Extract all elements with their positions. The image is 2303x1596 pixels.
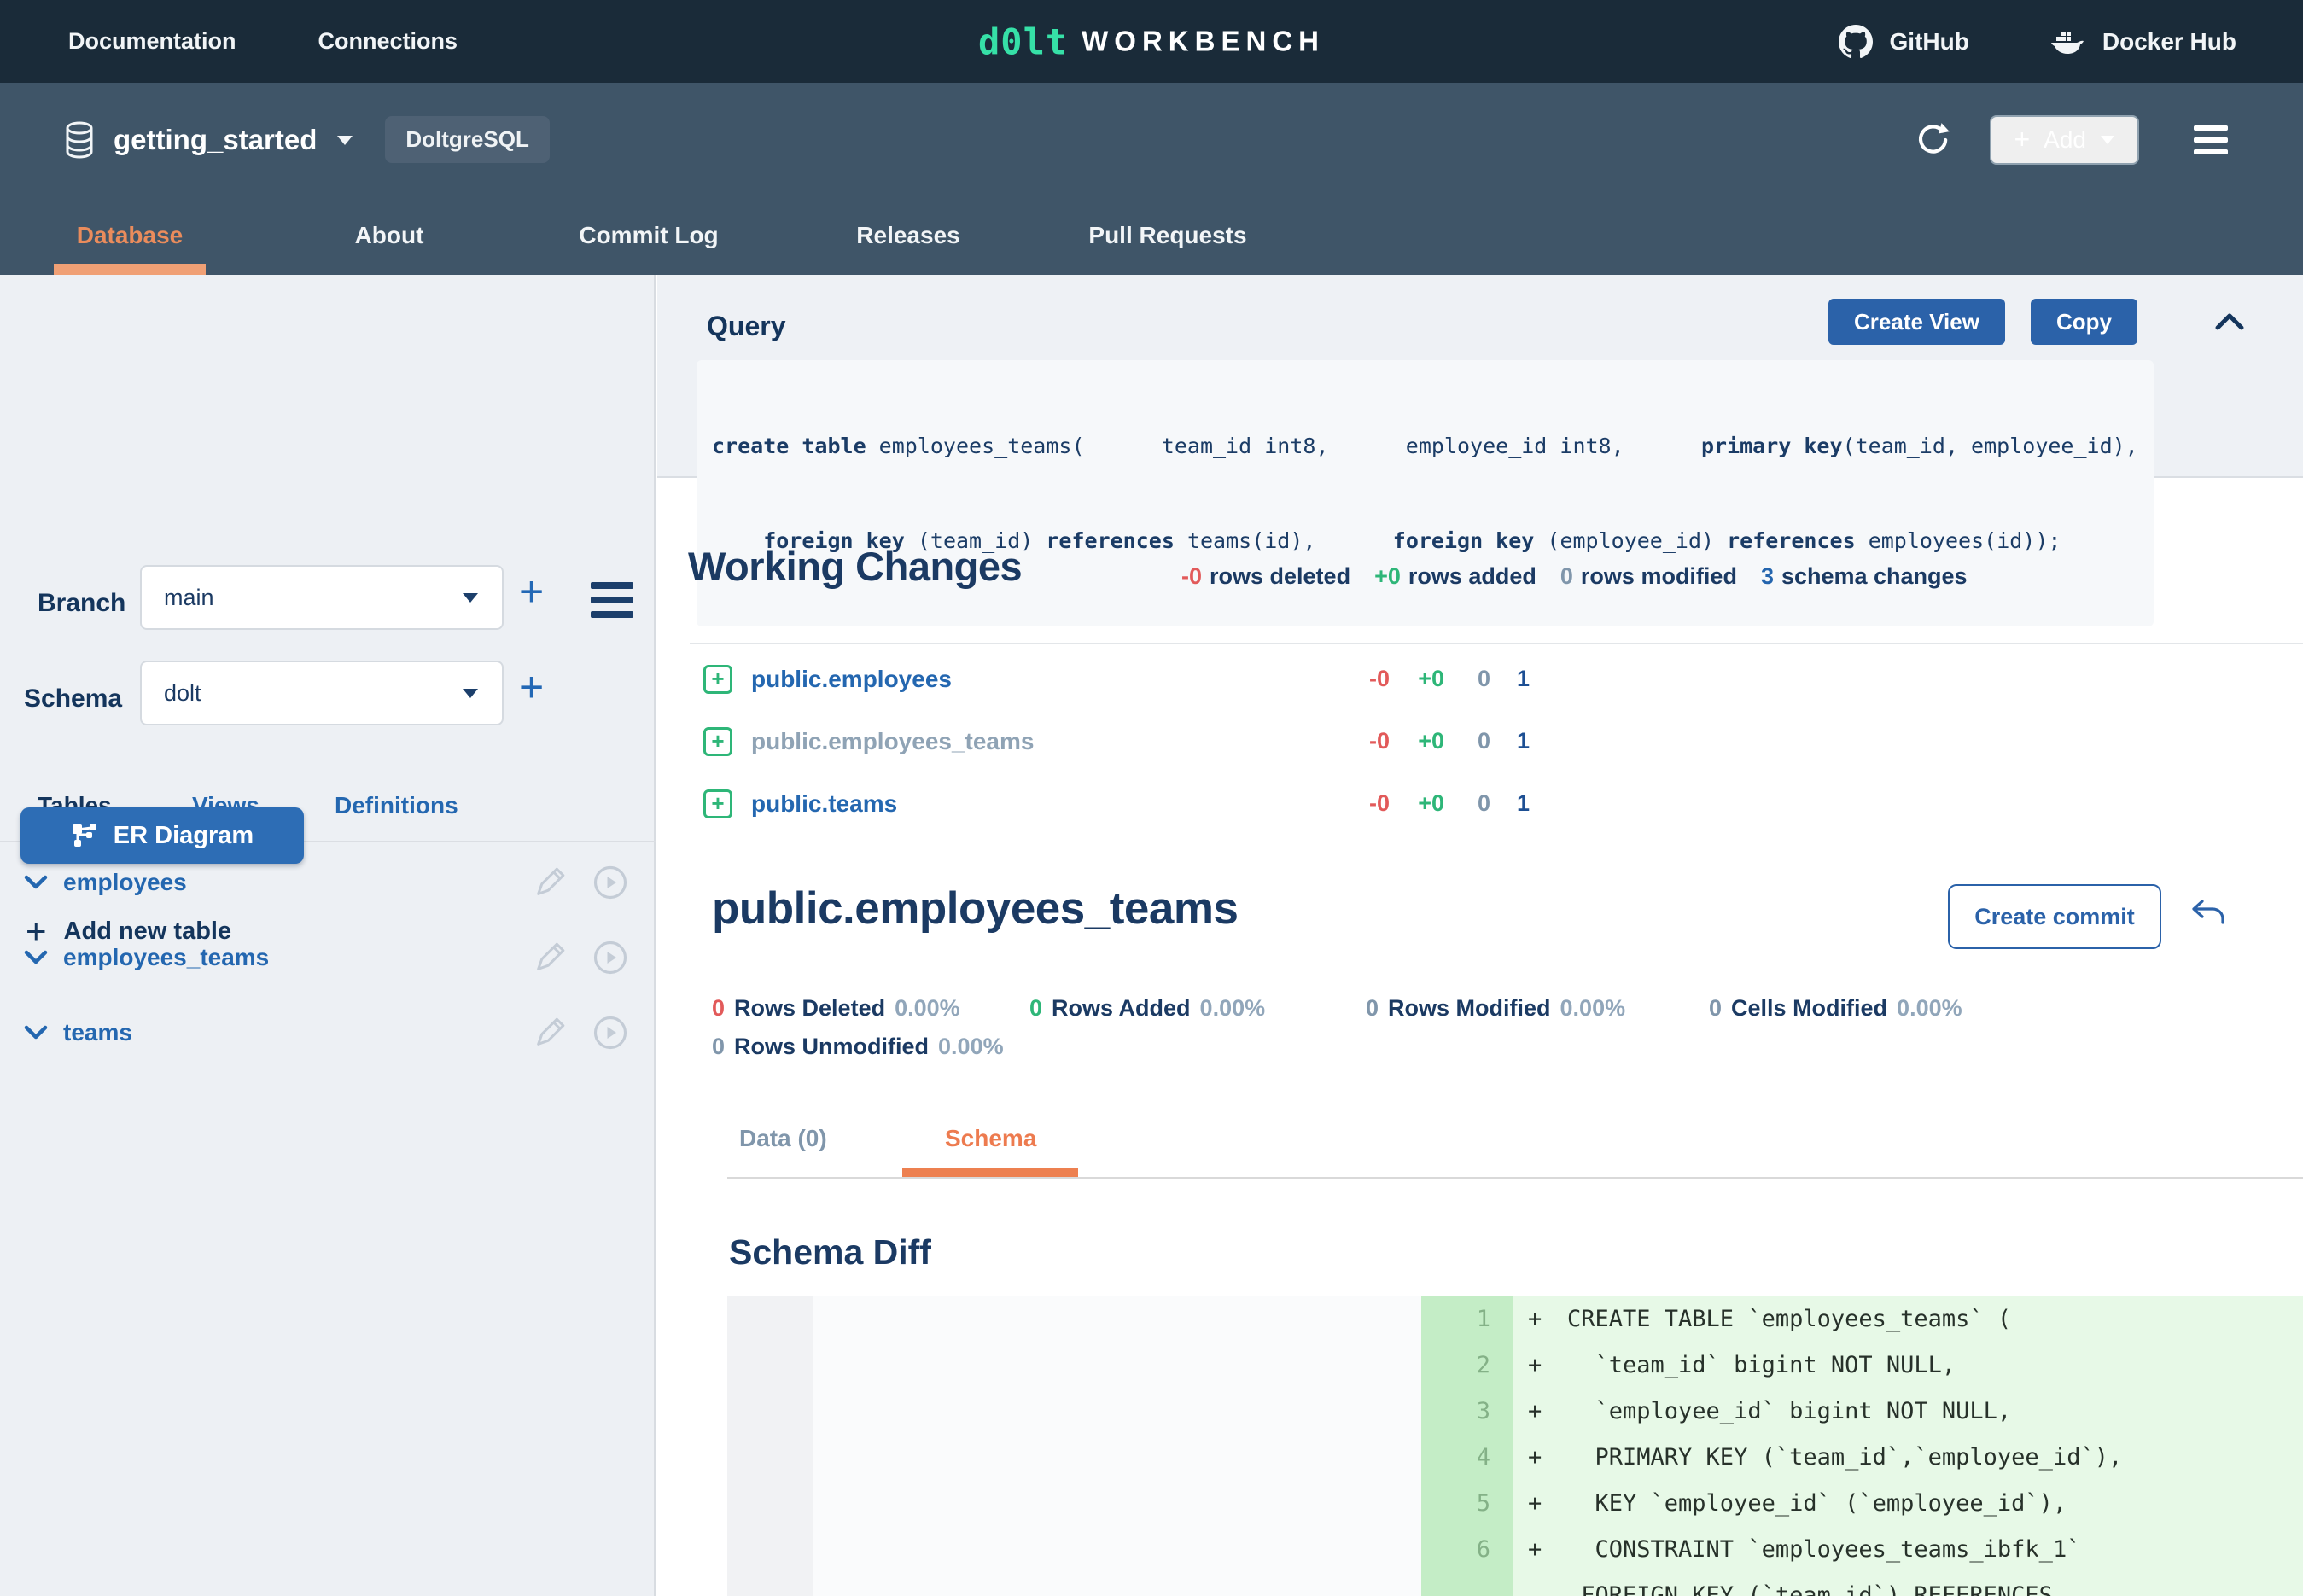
diff-added-code: +CREATE TABLE `employees_teams` ( + `tea… (1513, 1296, 2303, 1596)
sql-line-1: create table employees_teams( team_id in… (712, 430, 2138, 462)
schema-diff-viewer: 1 2 3 4 5 6 +CREATE TABLE `employees_tea… (727, 1296, 2303, 1596)
database-icon (64, 121, 95, 159)
chevron-down-icon (461, 687, 480, 699)
chevron-down-icon[interactable] (24, 950, 48, 965)
add-button[interactable]: + Add (1990, 115, 2139, 165)
nav-documentation[interactable]: Documentation (68, 28, 236, 55)
er-diagram-label: ER Diagram (114, 822, 254, 850)
table-row-teams[interactable]: teams (0, 995, 656, 1070)
add-button-label: Add (2044, 126, 2086, 154)
tab-about[interactable]: About (259, 196, 519, 275)
plus-icon: + (2014, 124, 2030, 155)
sidebar-tab-definitions[interactable]: Definitions (335, 792, 458, 819)
table-detail-stats: 0Rows Deleted0.00% 0Rows Added0.00% 0Row… (712, 995, 2163, 1060)
tab-releases[interactable]: Releases (778, 196, 1038, 275)
er-diagram-button[interactable]: ER Diagram (20, 807, 304, 864)
add-schema-button[interactable]: + (519, 666, 544, 708)
diff-left-panel (813, 1296, 1421, 1596)
schema-select[interactable]: dolt (140, 661, 504, 725)
menu-icon[interactable] (2194, 125, 2228, 154)
top-nav: Documentation Connections (0, 28, 458, 55)
tab-data[interactable]: Data (0) (739, 1125, 827, 1152)
er-diagram-icon (71, 823, 98, 848)
added-table-icon: + (703, 665, 732, 694)
table-list: employees employees_teams teams (0, 845, 656, 1070)
run-query-icon[interactable] (592, 865, 628, 900)
chevron-down-icon (461, 591, 480, 603)
edit-pencil-icon[interactable] (533, 865, 567, 900)
database-name[interactable]: getting_started (114, 124, 317, 156)
branch-select-value: main (164, 585, 214, 611)
copy-button[interactable]: Copy (2031, 299, 2137, 345)
change-row-public-employees[interactable]: + public.employees -0+001 (703, 648, 1557, 710)
tab-commit-log[interactable]: Commit Log (519, 196, 778, 275)
create-commit-button[interactable]: Create commit (1948, 884, 2161, 949)
tab-database[interactable]: Database (0, 196, 259, 275)
sidebar: Branch main + Schema dolt + Tables Views… (0, 275, 656, 1596)
diff-left-gutter (727, 1296, 813, 1596)
plus-icon: + (26, 913, 47, 949)
change-table-name[interactable]: public.teams (751, 790, 897, 818)
schema-changes-count: 3 (1761, 563, 1774, 590)
database-header-bar: getting_started DoltgreSQL + Add (0, 83, 2303, 196)
collapse-query-icon[interactable] (2214, 312, 2245, 331)
undo-changes-icon[interactable] (2190, 898, 2226, 929)
refresh-icon[interactable] (1915, 122, 1950, 158)
working-changes-stats: -0rows deleted +0rows added 0rows modifi… (1181, 563, 1968, 590)
dockerhub-link-label: Docker Hub (2102, 28, 2236, 55)
logo-workbench-text: WORKBENCH (1082, 26, 1325, 58)
change-table-name[interactable]: public.employees (751, 666, 952, 693)
edit-pencil-icon[interactable] (533, 1016, 567, 1050)
nav-connections[interactable]: Connections (318, 28, 458, 55)
add-new-table-button[interactable]: + Add new table (26, 913, 231, 949)
tab-pull-requests[interactable]: Pull Requests (1038, 196, 1297, 275)
section-divider (690, 643, 2303, 644)
working-changes-list: + public.employees -0+001 + public.emplo… (703, 648, 1557, 835)
table-name[interactable]: employees (63, 869, 187, 896)
github-icon (1839, 25, 1873, 59)
branch-label: Branch (38, 589, 125, 618)
tabs-divider (727, 1177, 2303, 1179)
logo-dolt-text: d0lt (978, 20, 1068, 62)
add-new-table-label: Add new table (64, 917, 232, 946)
query-panel: Query Create View Copy create table empl… (657, 275, 2303, 478)
run-query-icon[interactable] (592, 940, 628, 976)
chevron-down-icon[interactable] (24, 875, 48, 890)
schema-select-value: dolt (164, 680, 201, 707)
top-navigation-bar: Documentation Connections d0lt WORKBENCH… (0, 0, 2303, 83)
github-link-label: GitHub (1890, 28, 1969, 55)
schema-diff-title: Schema Diff (729, 1232, 931, 1273)
edit-pencil-icon[interactable] (533, 941, 567, 975)
rows-added-count: +0 (1374, 563, 1401, 590)
database-tabs-bar: Database About Commit Log Releases Pull … (0, 196, 2303, 275)
github-link[interactable]: GitHub (1839, 25, 1969, 59)
dockerhub-link[interactable]: Docker Hub (2049, 27, 2236, 56)
add-branch-button[interactable]: + (519, 570, 544, 613)
tab-schema[interactable]: Schema (945, 1125, 1036, 1152)
query-title: Query (707, 311, 785, 342)
create-view-button[interactable]: Create View (1828, 299, 2005, 345)
chevron-down-icon[interactable] (24, 1025, 48, 1040)
working-changes-title: Working Changes (688, 543, 1022, 590)
database-caret-icon[interactable] (335, 134, 354, 146)
doltgresql-badge: DoltgreSQL (385, 116, 549, 163)
table-name[interactable]: teams (63, 1019, 132, 1046)
rows-deleted-count: -0 (1181, 563, 1202, 590)
branch-select[interactable]: main (140, 565, 504, 630)
dolt-workbench-logo: d0lt WORKBENCH (978, 20, 1325, 62)
added-table-icon: + (703, 789, 732, 818)
chevron-down-icon (2100, 135, 2115, 145)
change-row-public-employees-teams[interactable]: + public.employees_teams -0+001 (703, 710, 1557, 772)
diff-line-numbers: 1 2 3 4 5 6 (1421, 1296, 1513, 1596)
main-content: Query Create View Copy create table empl… (657, 275, 2303, 1596)
run-query-icon[interactable] (592, 1015, 628, 1051)
rows-modified-count: 0 (1560, 563, 1573, 590)
change-row-public-teams[interactable]: + public.teams -0+001 (703, 772, 1557, 835)
branch-menu-icon[interactable] (591, 582, 633, 618)
added-table-icon: + (703, 727, 732, 756)
schema-label: Schema (24, 684, 122, 714)
docker-whale-icon (2049, 27, 2085, 56)
table-detail-title: public.employees_teams (712, 882, 1238, 935)
change-table-name[interactable]: public.employees_teams (751, 728, 1034, 755)
